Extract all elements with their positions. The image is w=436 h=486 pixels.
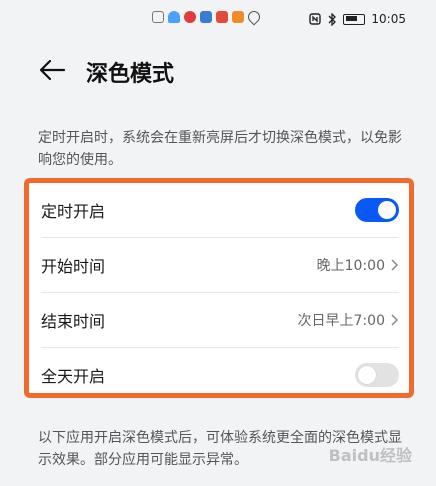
all-day-row[interactable]: 全天开启 (41, 348, 399, 402)
start-time-row[interactable]: 开始时间 晚上10:00 (41, 238, 399, 292)
location-icon (245, 8, 263, 26)
status-time: 10:05 (371, 12, 406, 26)
end-time-label: 结束时间 (41, 312, 106, 331)
end-time-value: 次日早上7:00 (297, 313, 385, 329)
back-arrow-icon[interactable] (38, 58, 66, 82)
toggle-knob (378, 201, 396, 219)
start-time-value: 晚上10:00 (316, 258, 385, 274)
schedule-settings-card: 定时开启 开始时间 晚上10:00 结束时间 次日早上7:00 全天开启 (24, 178, 414, 398)
start-time-label: 开始时间 (41, 257, 106, 276)
nfc-icon (309, 13, 322, 25)
huawei-icon (184, 11, 196, 23)
scheduled-on-row[interactable]: 定时开启 (41, 183, 399, 237)
description-text: 定时开启时，系统会在重新亮屏后才切换深色模式，以免影响您的使用。 (38, 130, 402, 168)
chevron-right-icon (391, 314, 399, 326)
wifi-icon (168, 11, 180, 23)
status-bar: 10:05 (0, 0, 436, 38)
sim-icon (152, 11, 164, 23)
battery-icon (343, 13, 366, 25)
status-right: 10:05 (309, 12, 406, 26)
end-time-row[interactable]: 结束时间 次日早上7:00 (41, 293, 399, 347)
end-time-value-group: 次日早上7:00 (298, 310, 399, 330)
cloud-icon (200, 11, 212, 23)
start-time-value-group: 晚上10:00 (317, 255, 399, 275)
scheduled-on-label: 定时开启 (41, 202, 106, 221)
scheduled-on-toggle[interactable] (355, 198, 399, 222)
play-icon (232, 11, 244, 23)
chevron-right-icon (391, 259, 399, 271)
header: 深色模式 (0, 48, 436, 92)
app-icon (216, 11, 228, 23)
toggle-knob (358, 366, 376, 384)
watermark: Baidu经验 (328, 446, 412, 465)
all-day-label: 全天开启 (41, 367, 106, 386)
status-left-icons (152, 8, 263, 26)
page-title: 深色模式 (86, 62, 175, 87)
all-day-toggle[interactable] (355, 363, 399, 387)
bluetooth-icon (328, 12, 337, 26)
